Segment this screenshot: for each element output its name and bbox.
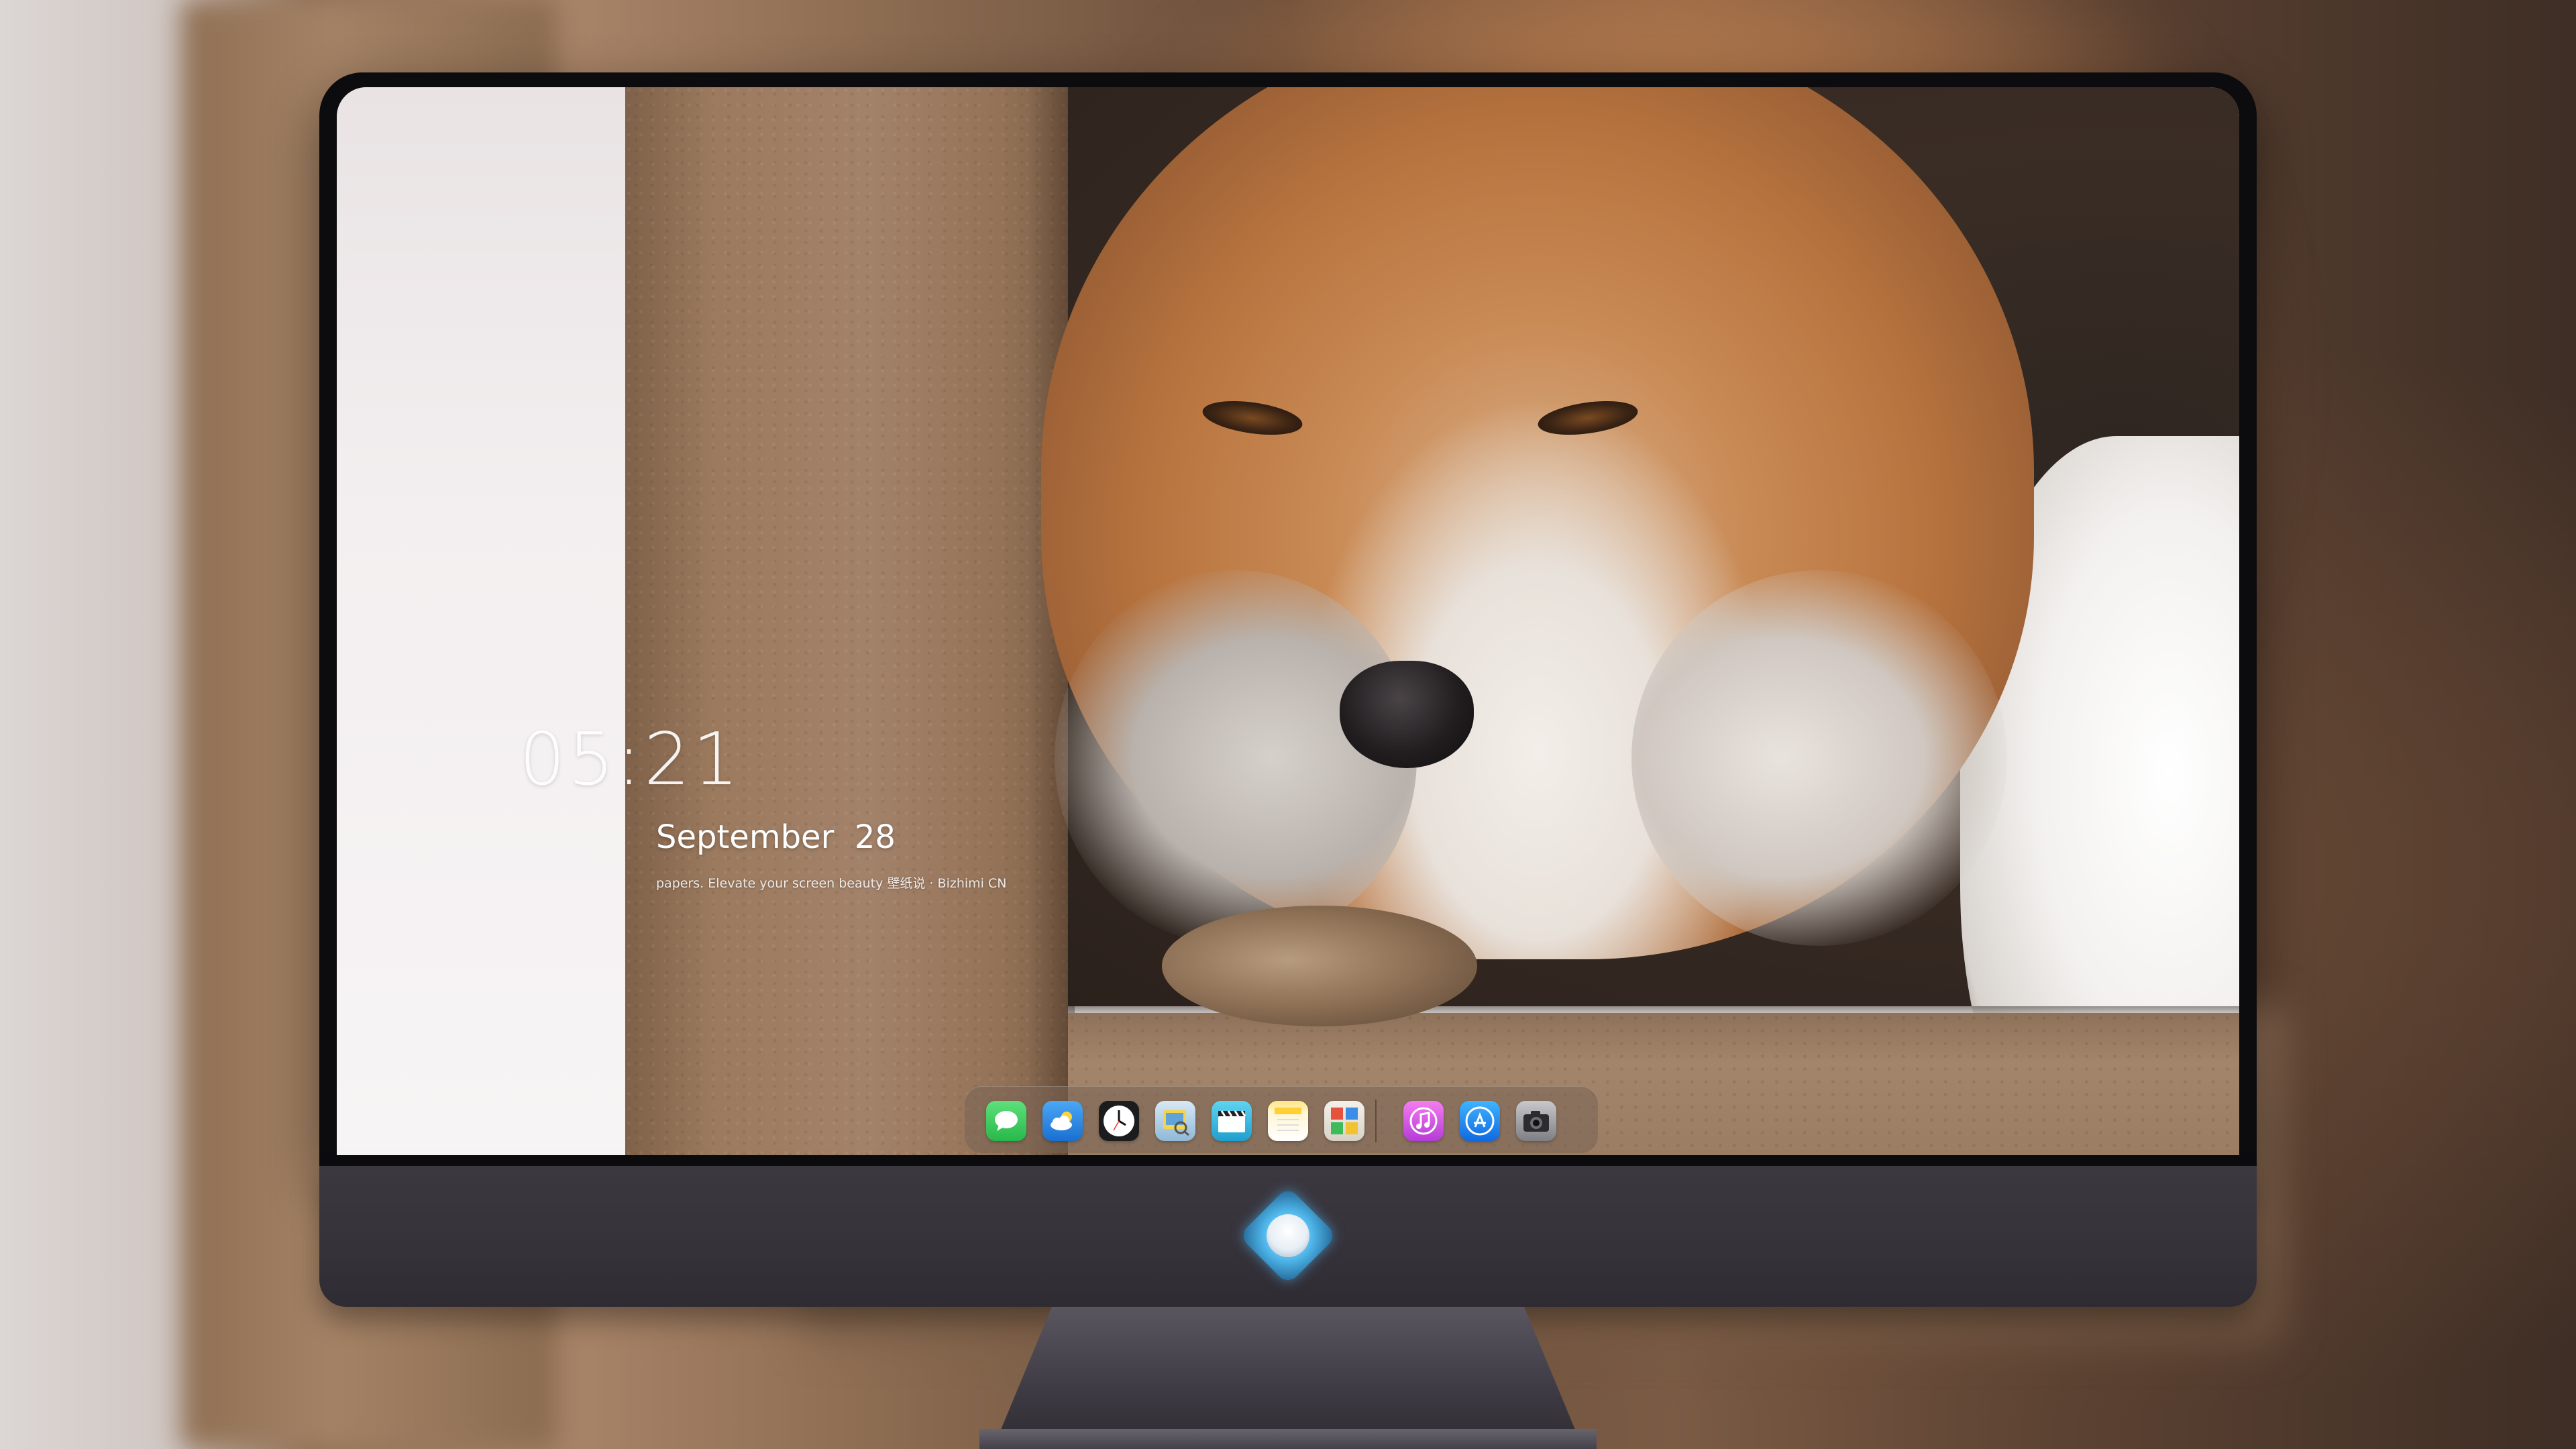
monitor-stand: [993, 1307, 1583, 1449]
clapperboard-icon[interactable]: [1212, 1101, 1252, 1141]
desktop-background: 05:21 September 28 papers. Elevate your …: [0, 0, 2576, 1449]
wallpaper-left-background: [337, 87, 645, 1155]
monitor-stand-foot: [979, 1429, 1597, 1449]
photo-booth-icon[interactable]: [1324, 1101, 1364, 1141]
wallpaper-fox-paw: [1162, 906, 1477, 1026]
monitor-logo-mascot-icon: [1267, 1214, 1309, 1257]
dock: [965, 1086, 1598, 1153]
wallpaper-fox-nose: [1340, 661, 1474, 768]
wallpaper-fox-cheek-right: [1631, 570, 2007, 946]
preview-icon[interactable]: [1155, 1101, 1195, 1141]
messages-icon[interactable]: [986, 1101, 1026, 1141]
app-store-icon[interactable]: [1460, 1101, 1500, 1141]
monitor-bezel: 05:21 September 28 papers. Elevate your …: [319, 72, 2257, 1166]
clock-icon[interactable]: [1099, 1101, 1139, 1141]
lock-screen-date: September 28: [656, 818, 896, 856]
weather-icon[interactable]: [1042, 1101, 1083, 1141]
wallpaper-credit: papers. Elevate your screen beauty 壁纸说 ·…: [656, 876, 1007, 891]
music-icon[interactable]: [1403, 1101, 1444, 1141]
camera-icon[interactable]: [1516, 1101, 1556, 1141]
wallpaper-wooden-post: [625, 87, 1068, 1155]
monitor-screen: 05:21 September 28 papers. Elevate your …: [337, 87, 2239, 1155]
notes-icon[interactable]: [1268, 1101, 1308, 1141]
wallpaper-fox-cheek-left: [1055, 570, 1417, 946]
lock-screen-time: 05:21: [519, 718, 742, 802]
monitor-bottom-bezel: [319, 1155, 2257, 1166]
dock-divider: [1375, 1099, 1377, 1142]
